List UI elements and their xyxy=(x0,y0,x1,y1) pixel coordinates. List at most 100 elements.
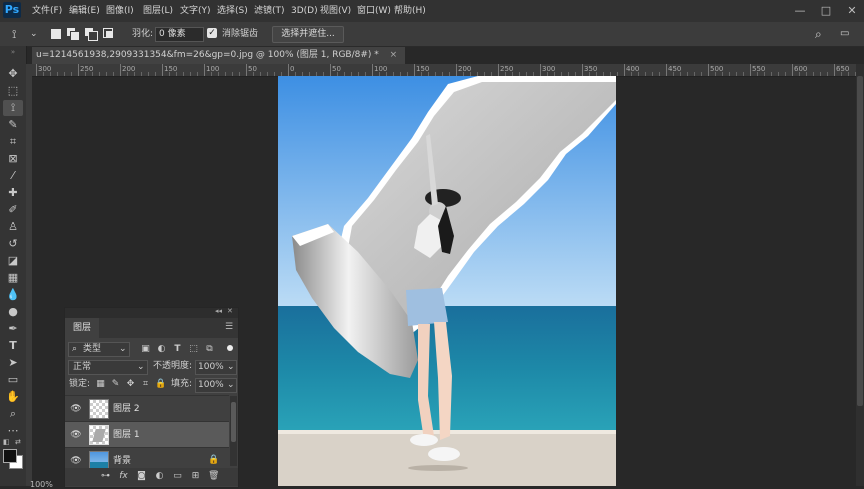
new-layer-icon[interactable]: ⊞ xyxy=(190,471,201,482)
menu-item[interactable]: 滤镜(T) xyxy=(254,0,285,22)
lock-transparent-icon[interactable]: ▦ xyxy=(95,379,106,390)
menu-item[interactable]: 图像(I) xyxy=(106,0,134,22)
subtract-selection-icon[interactable] xyxy=(85,28,98,41)
ruler-minor-tick xyxy=(638,72,639,76)
lock-position-icon[interactable]: ✥ xyxy=(125,379,136,390)
filter-toggle-icon[interactable] xyxy=(227,345,233,351)
ruler-minor-tick xyxy=(92,72,93,76)
minimize-button[interactable]: — xyxy=(786,0,814,22)
vertical-scrollbar[interactable] xyxy=(856,64,864,486)
collapse-icon[interactable]: » xyxy=(3,48,23,56)
add-selection-icon[interactable] xyxy=(67,28,80,41)
ruler-tick xyxy=(120,64,121,76)
layers-tab[interactable]: 图层 xyxy=(65,318,100,338)
link-icon[interactable]: ⊶ xyxy=(100,471,111,482)
menu-item[interactable]: 3D(D) xyxy=(291,0,318,22)
blend-mode-select[interactable]: 正常 ⌄ xyxy=(68,360,148,375)
close-panel-icon[interactable]: ✕ xyxy=(227,307,233,315)
lasso-tool-icon[interactable]: ⟟ xyxy=(3,100,23,116)
eraser-tool-icon[interactable]: ◪ xyxy=(3,253,23,269)
adjustment-icon[interactable]: ◐ xyxy=(154,471,165,482)
eyedropper-tool-icon[interactable]: ⁄ xyxy=(3,168,23,184)
panel-menu-icon[interactable]: ☰ xyxy=(225,322,233,332)
clone-stamp-tool-icon[interactable]: ♙ xyxy=(3,219,23,235)
menu-item[interactable]: 编辑(E) xyxy=(69,0,100,22)
type-filter-icon[interactable]: T xyxy=(172,344,183,355)
default-colors-icon[interactable]: ◧ xyxy=(3,438,11,446)
hand-tool-icon[interactable]: ✋ xyxy=(3,389,23,405)
lock-pixels-icon[interactable]: ✎ xyxy=(110,379,121,390)
lock-artboard-icon[interactable]: ⌗ xyxy=(140,379,151,390)
new-selection-icon[interactable] xyxy=(51,29,61,39)
chevron-down-icon: ⌄ xyxy=(137,362,145,372)
adjustment-filter-icon[interactable]: ◐ xyxy=(156,344,167,355)
menu-item[interactable]: 选择(S) xyxy=(217,0,248,22)
filter-kind-select[interactable]: ⌕ 类型 ⌄ xyxy=(68,342,130,357)
move-tool-icon[interactable]: ✥ xyxy=(3,66,23,82)
scrollbar-thumb[interactable] xyxy=(857,76,863,406)
ruler-minor-tick xyxy=(267,72,268,76)
menu-item[interactable]: 文件(F) xyxy=(32,0,62,22)
document-tab[interactable]: u=1214561938,2909331354&fm=26&gp=0.jpg @… xyxy=(32,47,406,64)
visibility-eye-icon[interactable]: 👁 xyxy=(70,403,82,415)
visibility-eye-icon[interactable]: 👁 xyxy=(70,455,82,467)
delete-icon[interactable]: 🗑 xyxy=(208,471,219,482)
blur-tool-icon[interactable]: 💧 xyxy=(3,287,23,303)
menu-item[interactable]: 图层(L) xyxy=(143,0,173,22)
smart-object-filter-icon[interactable]: ⧉ xyxy=(204,344,215,355)
gradient-tool-icon[interactable]: ▦ xyxy=(3,270,23,286)
visibility-eye-icon[interactable]: 👁 xyxy=(70,429,82,441)
close-window-button[interactable]: ✕ xyxy=(838,0,864,22)
select-and-mask-button[interactable]: 选择并遮住... xyxy=(272,26,344,43)
collapse-panel-icon[interactable]: ◂◂ xyxy=(215,307,222,315)
search-icon[interactable]: ⌕ xyxy=(815,22,822,46)
document-canvas[interactable] xyxy=(278,76,616,486)
layers-scrollbar[interactable] xyxy=(230,396,237,466)
more-tools-icon[interactable]: ⋯ xyxy=(3,423,23,439)
layer-row-selected[interactable]: 👁 图层 1 xyxy=(65,421,229,448)
opacity-label: 不透明度: xyxy=(153,361,193,371)
healing-brush-tool-icon[interactable]: ✚ xyxy=(3,185,23,201)
zoom-tool-icon[interactable]: ⌕ xyxy=(3,406,23,422)
ruler-tick xyxy=(204,64,205,76)
frame-tool-icon[interactable]: ⊠ xyxy=(3,151,23,167)
brush-tool-icon[interactable]: ✐ xyxy=(3,202,23,218)
antialias-checkbox[interactable]: ✓ xyxy=(207,28,217,38)
fx-icon[interactable]: fx xyxy=(118,471,129,482)
rectangle-tool-icon[interactable]: ▭ xyxy=(3,372,23,388)
fill-input[interactable]: 100% ⌄ xyxy=(195,378,237,393)
lock-all-icon[interactable]: 🔒 xyxy=(155,379,166,390)
shape-filter-icon[interactable]: ⬚ xyxy=(188,344,199,355)
intersect-selection-icon[interactable] xyxy=(103,28,115,40)
layer-row[interactable]: 👁 图层 2 xyxy=(65,395,229,422)
workspace-icon[interactable]: ▭ xyxy=(840,22,849,46)
menu-item[interactable]: 视图(V) xyxy=(320,0,351,22)
layers-footer: ⊶ fx ◙ ◐ ▭ ⊞ 🗑 xyxy=(65,468,238,486)
lasso-tool-preset-icon[interactable]: ⟟ xyxy=(12,22,16,46)
marquee-tool-icon[interactable]: ⬚ xyxy=(3,83,23,99)
close-tab-icon[interactable]: × xyxy=(390,50,398,60)
feather-input[interactable]: 0 像素 xyxy=(155,27,204,42)
quick-select-tool-icon[interactable]: ✎ xyxy=(3,117,23,133)
dodge-tool-icon[interactable]: ● xyxy=(3,304,23,320)
swap-colors-icon[interactable]: ⇄ xyxy=(15,438,23,446)
mask-icon[interactable]: ◙ xyxy=(136,471,147,482)
history-brush-tool-icon[interactable]: ↺ xyxy=(3,236,23,252)
path-select-tool-icon[interactable]: ➤ xyxy=(3,355,23,371)
ruler-minor-tick xyxy=(183,72,184,76)
maximize-button[interactable]: □ xyxy=(812,0,840,22)
foreground-color-swatch[interactable] xyxy=(3,449,17,463)
crop-tool-icon[interactable]: ⌗ xyxy=(3,134,23,150)
menu-item[interactable]: 文字(Y) xyxy=(180,0,211,22)
group-icon[interactable]: ▭ xyxy=(172,471,183,482)
type-tool-icon[interactable]: T xyxy=(3,338,23,354)
pen-tool-icon[interactable]: ✒ xyxy=(3,321,23,337)
pixel-filter-icon[interactable]: ▣ xyxy=(140,344,151,355)
chevron-down-icon[interactable]: ⌄ xyxy=(30,22,38,46)
menu-item[interactable]: 帮助(H) xyxy=(394,0,426,22)
feather-label: 羽化: xyxy=(132,29,154,39)
ruler-minor-tick xyxy=(764,72,765,76)
menu-item[interactable]: 窗口(W) xyxy=(357,0,391,22)
opacity-input[interactable]: 100% ⌄ xyxy=(195,360,237,375)
lock-icon: 🔒 xyxy=(208,455,220,465)
